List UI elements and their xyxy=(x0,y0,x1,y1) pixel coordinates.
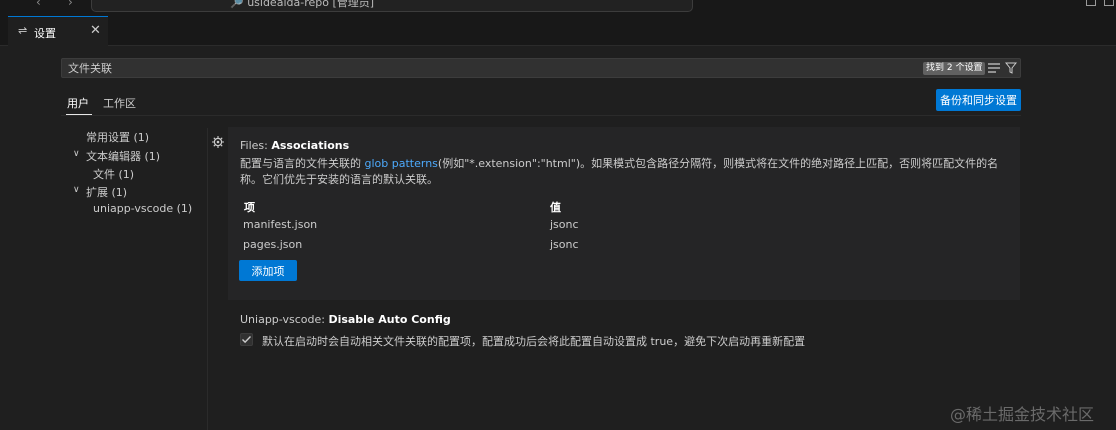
arrow-right-icon[interactable]: › xyxy=(68,0,73,9)
toc-item-uniapp[interactable]: uniapp-vscode (1) xyxy=(93,202,192,215)
setting-title: Files: Associations xyxy=(240,139,350,152)
tab-workspace[interactable]: 工作区 xyxy=(103,95,136,111)
command-center[interactable] xyxy=(91,0,693,12)
toggle-panel-icon[interactable] xyxy=(1086,0,1096,6)
toc-divider xyxy=(207,128,208,430)
watermark: @稀土掘金技术社区 xyxy=(950,405,1095,424)
column-header-key: 项 xyxy=(244,201,255,214)
toc-item-text-editor[interactable]: 文本编辑器 (1) xyxy=(86,148,160,164)
close-icon[interactable]: ✕ xyxy=(90,23,101,38)
tab-settings[interactable]: ⇌ 设置 ✕ xyxy=(8,16,108,46)
setting-title: Uniapp-vscode: Disable Auto Config xyxy=(240,313,451,326)
toggle-sidebar-icon[interactable] xyxy=(1104,0,1114,6)
scope-divider xyxy=(61,115,1021,116)
row-key: manifest.json xyxy=(243,218,318,231)
settings-search: 找到 2 个设置 xyxy=(61,58,1021,78)
chevron-down-icon[interactable]: ∨ xyxy=(73,149,80,159)
disable-auto-config-checkbox[interactable] xyxy=(240,333,253,346)
add-item-button[interactable]: 添加项 xyxy=(239,260,297,281)
column-header-value: 值 xyxy=(550,201,561,214)
active-scope-indicator xyxy=(66,114,92,115)
setting-description: 配置与语言的文件关联的 glob patterns(例如"*.extension… xyxy=(240,157,999,186)
command-center-text: 🔎 usideaida-repo [管理员] xyxy=(230,0,375,9)
gear-icon[interactable] xyxy=(212,136,224,148)
checkbox-description: 默认在启动时会自动相关文件关联的配置项，配置成功后会将此配置自动设置成 true… xyxy=(262,335,806,348)
tab-user[interactable]: 用户 xyxy=(67,95,89,111)
arrow-left-icon[interactable]: ‹ xyxy=(36,0,41,9)
tab-settings-label: 设置 xyxy=(34,27,56,40)
backup-sync-button[interactable]: 备份和同步设置 xyxy=(936,89,1021,111)
setting-files-associations xyxy=(228,127,1020,300)
row-key: pages.json xyxy=(243,238,303,251)
row-value: jsonc xyxy=(550,218,579,231)
toc-item-common[interactable]: 常用设置 (1) xyxy=(86,129,149,145)
clear-filter-icon[interactable] xyxy=(988,63,1000,73)
row-value: jsonc xyxy=(550,238,579,251)
filter-icon[interactable] xyxy=(1005,62,1017,74)
check-icon xyxy=(242,336,252,344)
title-bar: ‹ › 🔎 usideaida-repo [管理员] xyxy=(0,0,1116,16)
settings-sliders-icon: ⇌ xyxy=(18,24,28,37)
toc-item-extensions[interactable]: 扩展 (1) xyxy=(86,184,127,200)
toc-item-files[interactable]: 文件 (1) xyxy=(93,166,134,182)
glob-patterns-link[interactable]: glob patterns xyxy=(365,157,438,170)
table-row[interactable]: manifest.json jsonc xyxy=(240,215,1000,235)
chevron-down-icon[interactable]: ∨ xyxy=(73,185,80,195)
search-input[interactable] xyxy=(62,59,914,77)
result-count-badge: 找到 2 个设置 xyxy=(923,62,986,75)
tab-bar: ⇌ 设置 ✕ xyxy=(0,16,1116,46)
table-row[interactable]: pages.json jsonc xyxy=(240,235,1000,255)
